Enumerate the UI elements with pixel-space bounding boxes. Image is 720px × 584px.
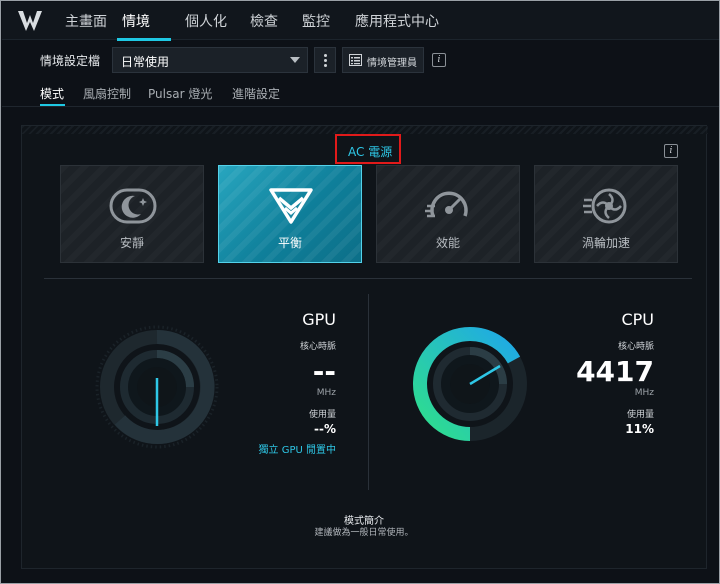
tab-home[interactable]: 主畫面 [65, 11, 107, 31]
gpu-status: 獨立 GPU 閒置中 [258, 445, 336, 456]
sub-nav: 模式 風扇控制 Pulsar 燈光 進階設定 [2, 83, 719, 107]
cpu-gauge [412, 326, 527, 441]
speedometer-icon [425, 191, 468, 218]
more-options-button[interactable] [314, 47, 336, 73]
subtab-pulsar-lighting[interactable]: Pulsar 燈光 [148, 85, 212, 102]
section-divider [44, 278, 692, 279]
cpu-clock-unit: MHz [634, 388, 654, 398]
profile-manager-button[interactable]: 情境管理員 [342, 47, 424, 73]
moon-icon [109, 188, 157, 224]
tab-personalize[interactable]: 個人化 [185, 11, 227, 31]
mode-quiet-label: 安靜 [119, 236, 144, 250]
mode-brief-description: 建議做為一般日常使用。 [314, 528, 414, 538]
mode-balanced-label: 平衡 [277, 236, 302, 250]
mode-turbo[interactable]: 渦輪加速 [534, 165, 678, 263]
balance-icon [269, 188, 313, 224]
profile-row: 情境設定檔 日常使用 情境管理員 i [2, 45, 719, 75]
tab-app-center[interactable]: 應用程式中心 [355, 11, 439, 31]
gpu-usage-value: --% [314, 422, 336, 436]
cpu-title: CPU [621, 310, 654, 329]
chevron-down-icon [290, 57, 300, 63]
gpu-clock-value: -- [312, 355, 336, 388]
mode-performance-label: 效能 [435, 236, 460, 250]
subtab-mode[interactable]: 模式 [40, 85, 64, 102]
active-tab-indicator [117, 38, 171, 41]
subtab-advanced[interactable]: 進階設定 [232, 85, 280, 102]
active-subtab-indicator [40, 104, 65, 106]
mode-turbo-label: 渦輪加速 [581, 236, 630, 250]
mode-balanced[interactable]: 平衡 [218, 165, 362, 263]
mode-quiet[interactable]: 安靜 [60, 165, 204, 263]
cpu-usage-label: 使用量 [626, 410, 654, 420]
predator-logo [18, 11, 42, 31]
turbo-fan-icon [583, 188, 627, 224]
gauge-divider [368, 294, 369, 490]
mode-performance[interactable]: 效能 [376, 165, 520, 263]
info-icon[interactable]: i [664, 144, 678, 158]
profile-manager-label: 情境管理員 [367, 58, 417, 69]
top-nav: 主畫面 情境 個人化 檢查 監控 應用程式中心 [2, 2, 719, 41]
app-window: 主畫面 情境 個人化 檢查 監控 應用程式中心 情境設定檔 日常使用 情境管理員 [0, 0, 720, 584]
profile-dropdown[interactable]: 日常使用 [112, 47, 308, 73]
kebab-menu-icon [324, 54, 327, 57]
list-manage-icon [349, 54, 362, 66]
panel-header-stripes [22, 126, 708, 134]
gpu-clock-unit: MHz [316, 388, 336, 398]
gpu-stats: GPU 核心時脈 -- MHz 使用量 --% 獨立 GPU 閒置中 [259, 310, 336, 456]
subtab-fan-control[interactable]: 風扇控制 [83, 85, 131, 102]
cpu-clock-value: 4417 [576, 355, 654, 388]
gpu-gauge [95, 325, 219, 449]
gpu-title: GPU [302, 310, 336, 329]
info-icon[interactable]: i [432, 53, 446, 67]
profile-selected-value: 日常使用 [121, 55, 170, 69]
cpu-clock-label: 核心時脈 [617, 342, 654, 352]
gpu-clock-label: 核心時脈 [299, 342, 336, 352]
tab-check[interactable]: 檢查 [250, 11, 278, 31]
cpu-stats: CPU 核心時脈 4417 MHz 使用量 11% [576, 310, 654, 436]
cpu-usage-value: 11% [625, 422, 654, 436]
profile-label: 情境設定檔 [40, 54, 101, 68]
mode-panel: AC 電源 i 安靜 平衡 效能 渦輪加速 GPU 核心時脈 -- MHz 使用… [21, 125, 708, 569]
tab-monitor[interactable]: 監控 [302, 11, 330, 31]
power-source-label: AC 電源 [348, 145, 393, 159]
tab-scenario[interactable]: 情境 [122, 11, 150, 31]
gpu-usage-label: 使用量 [308, 410, 336, 420]
